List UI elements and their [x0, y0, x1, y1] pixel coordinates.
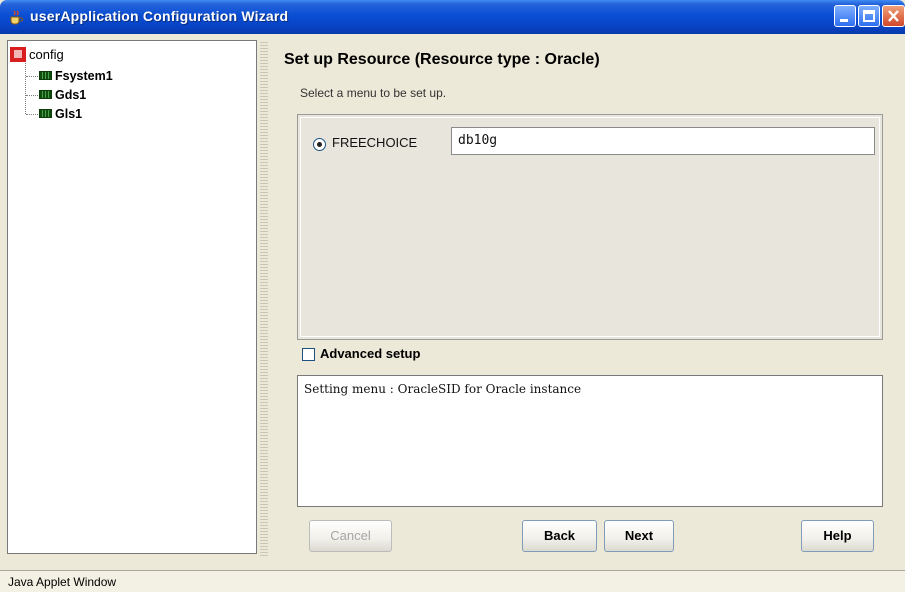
- resource-icon: [39, 90, 52, 99]
- setting-description: Setting menu : OracleSID for Oracle inst…: [297, 375, 883, 507]
- next-button[interactable]: Next: [604, 520, 674, 552]
- title-bar[interactable]: userApplication Configuration Wizard: [0, 0, 905, 34]
- close-icon: [888, 10, 899, 22]
- maximize-button[interactable]: [858, 5, 880, 27]
- tree-connector: [26, 114, 38, 116]
- tree-root-label: config: [29, 47, 64, 62]
- menu-choice-inner: FREECHOICE db10g: [300, 117, 880, 337]
- status-text: Java Applet Window: [8, 575, 117, 589]
- window-title: userApplication Configuration Wizard: [30, 8, 289, 24]
- java-cup-icon: [8, 9, 24, 25]
- tree-connector: [26, 95, 38, 97]
- close-button[interactable]: [882, 5, 905, 27]
- status-bar: Java Applet Window: [0, 570, 905, 592]
- advanced-setup-checkbox[interactable]: [302, 348, 315, 361]
- tree-connector: [25, 63, 27, 114]
- advanced-setup-label[interactable]: Advanced setup: [320, 346, 420, 361]
- resource-icon: [39, 71, 52, 80]
- wizard-window: userApplication Configuration Wizard con…: [0, 0, 905, 592]
- tree-node-label: Gls1: [55, 107, 83, 121]
- tree-node-label: Gds1: [55, 88, 87, 102]
- resource-tree[interactable]: config Fsystem1 Gds1 Gls1: [7, 40, 257, 554]
- instruction-text: Select a menu to be set up.: [300, 86, 447, 100]
- freechoice-radio[interactable]: [313, 138, 326, 151]
- back-button[interactable]: Back: [522, 520, 597, 552]
- resource-icon: [39, 109, 52, 118]
- freechoice-input[interactable]: db10g: [451, 127, 875, 155]
- tree-connector: [26, 76, 38, 78]
- minimize-button[interactable]: [834, 5, 856, 27]
- help-button[interactable]: Help: [801, 520, 874, 552]
- maximize-icon: [863, 10, 875, 22]
- tree-node-label: Fsystem1: [55, 69, 113, 83]
- minimize-icon: [840, 19, 848, 22]
- split-pane-divider[interactable]: [260, 40, 268, 556]
- menu-choice-group: FREECHOICE db10g: [297, 114, 883, 340]
- cancel-button[interactable]: Cancel: [309, 520, 392, 552]
- freechoice-label[interactable]: FREECHOICE: [332, 135, 417, 150]
- config-icon: [10, 47, 26, 62]
- page-title: Set up Resource (Resource type : Oracle): [284, 51, 600, 68]
